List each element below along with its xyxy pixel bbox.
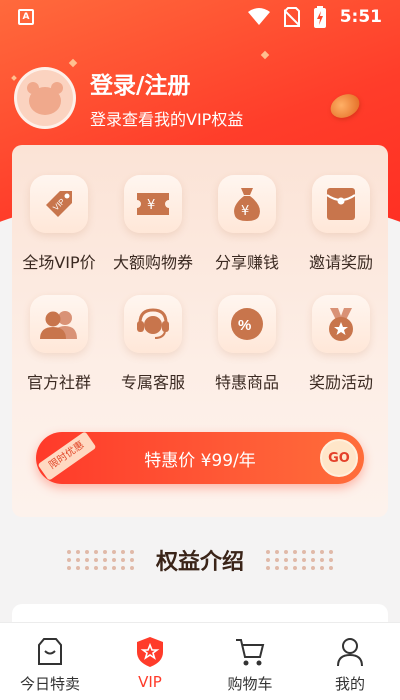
benefit-label: 大额购物券 bbox=[112, 253, 193, 272]
bear-avatar-icon bbox=[27, 82, 63, 115]
money-bag-icon: ¥ bbox=[218, 175, 276, 233]
benefit-label: 专属客服 bbox=[120, 373, 185, 392]
tab-cart[interactable]: 购物车 bbox=[200, 623, 300, 700]
cart-icon bbox=[234, 635, 266, 669]
clock: 5:51 bbox=[339, 7, 382, 27]
limited-offer-tag: 限时优惠 bbox=[37, 432, 97, 481]
promo-price-text: 特惠价 ¥99/年 bbox=[144, 450, 256, 471]
tab-profile[interactable]: 我的 bbox=[300, 623, 400, 700]
benefit-label: 官方社群 bbox=[26, 373, 91, 392]
benefit-reward-events[interactable]: 奖励活动 bbox=[294, 295, 388, 393]
vip-tag-icon: VIP bbox=[30, 175, 88, 233]
vip-benefits-card: VIP 全场VIP价 ¥ 大额购物券 ¥ 分享赚钱 邀请奖励 官方社群 专属客服… bbox=[12, 145, 388, 517]
vip-shield-icon bbox=[135, 635, 165, 669]
login-subtitle: 登录查看我的VIP权益 bbox=[90, 110, 244, 129]
benefit-invite[interactable]: 邀请奖励 bbox=[294, 175, 388, 273]
section-title: 权益介绍 bbox=[155, 550, 244, 575]
decorative-dots-right bbox=[266, 550, 333, 570]
purchase-vip-button[interactable]: 限时优惠 特惠价 ¥99/年 GO bbox=[36, 432, 364, 484]
benefit-label: 邀请奖励 bbox=[308, 253, 373, 272]
section-header: 权益介绍 bbox=[0, 540, 400, 580]
red-envelope-icon bbox=[312, 175, 370, 233]
app-notification-icon: A bbox=[18, 9, 34, 25]
coupon-icon: ¥ bbox=[124, 175, 182, 233]
medal-icon bbox=[312, 295, 370, 353]
no-sim-icon bbox=[283, 7, 300, 27]
benefit-coupon[interactable]: ¥ 大额购物券 bbox=[106, 175, 200, 273]
tab-vip[interactable]: VIP bbox=[100, 623, 200, 700]
benefit-label: 奖励活动 bbox=[308, 373, 373, 392]
tab-label: 购物车 bbox=[227, 675, 273, 693]
login-title[interactable]: 登录/注册 bbox=[90, 66, 243, 100]
status-bar: A 5:51 bbox=[0, 0, 400, 34]
customer-service-icon bbox=[124, 295, 182, 353]
svg-text:¥: ¥ bbox=[147, 198, 155, 213]
wifi-icon bbox=[247, 8, 270, 25]
benefit-vip-price[interactable]: VIP 全场VIP价 bbox=[12, 175, 106, 273]
battery-charging-icon bbox=[313, 6, 326, 28]
tab-label: 我的 bbox=[334, 675, 365, 693]
tab-today-sale[interactable]: 今日特卖 bbox=[0, 623, 100, 700]
benefit-discount[interactable]: % 特惠商品 bbox=[200, 295, 294, 393]
login-entry[interactable]: 登录/注册 登录查看我的VIP权益 bbox=[14, 66, 243, 130]
avatar[interactable] bbox=[14, 67, 76, 129]
benefit-label: 分享赚钱 bbox=[214, 253, 279, 272]
svg-text:¥: ¥ bbox=[241, 204, 249, 219]
decorative-dots-left bbox=[66, 550, 134, 570]
benefit-share-earn[interactable]: ¥ 分享赚钱 bbox=[200, 175, 294, 273]
benefit-label: 全场VIP价 bbox=[22, 253, 96, 272]
go-button[interactable]: GO bbox=[320, 439, 358, 477]
profile-icon bbox=[335, 635, 365, 669]
svg-text:%: % bbox=[238, 317, 251, 334]
group-icon bbox=[30, 295, 88, 353]
benefit-customer-service[interactable]: 专属客服 bbox=[106, 295, 200, 393]
discount-icon: % bbox=[218, 295, 276, 353]
tab-label: 今日特卖 bbox=[19, 675, 80, 693]
benefit-label: 特惠商品 bbox=[214, 373, 279, 392]
shop-icon bbox=[35, 635, 65, 669]
benefit-community[interactable]: 官方社群 bbox=[12, 295, 106, 393]
tab-label: VIP bbox=[138, 673, 162, 691]
bottom-tab-bar: 今日特卖 VIP 购物车 我的 bbox=[0, 622, 400, 700]
